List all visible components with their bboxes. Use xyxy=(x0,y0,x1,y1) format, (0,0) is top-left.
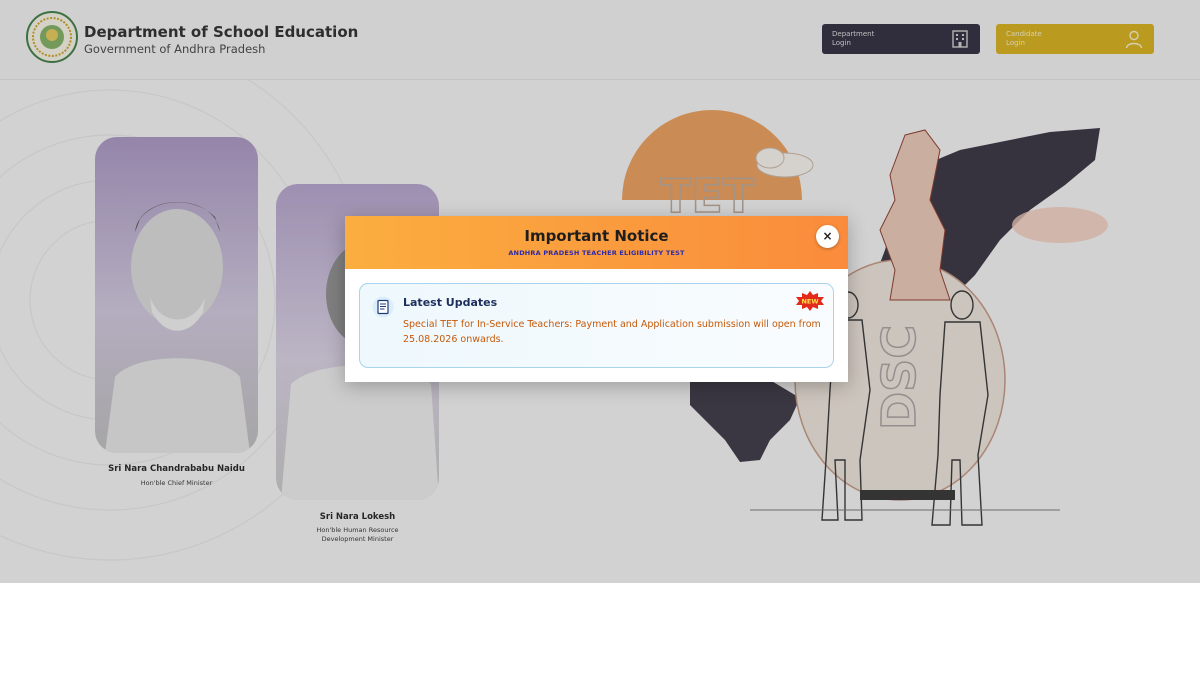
important-notice-modal: Important Notice ANDHRA PRADESH TEACHER … xyxy=(345,216,848,382)
modal-title: Important Notice xyxy=(524,227,669,245)
close-button[interactable]: × xyxy=(816,225,839,248)
document-icon xyxy=(372,296,394,318)
modal-subtitle: ANDHRA PRADESH TEACHER ELIGIBILITY TEST xyxy=(508,249,685,257)
modal-header: Important Notice ANDHRA PRADESH TEACHER … xyxy=(345,216,848,269)
new-badge-text: NEW xyxy=(801,298,818,306)
page: TET DSC Department of School Education G… xyxy=(0,0,1200,675)
latest-updates-panel: Latest Updates NEW Special TET for In-Se… xyxy=(359,283,834,368)
new-badge-icon: NEW xyxy=(796,291,824,311)
latest-update-text: Special TET for In-Service Teachers: Pay… xyxy=(403,319,821,345)
latest-updates-title: Latest Updates xyxy=(403,296,498,309)
